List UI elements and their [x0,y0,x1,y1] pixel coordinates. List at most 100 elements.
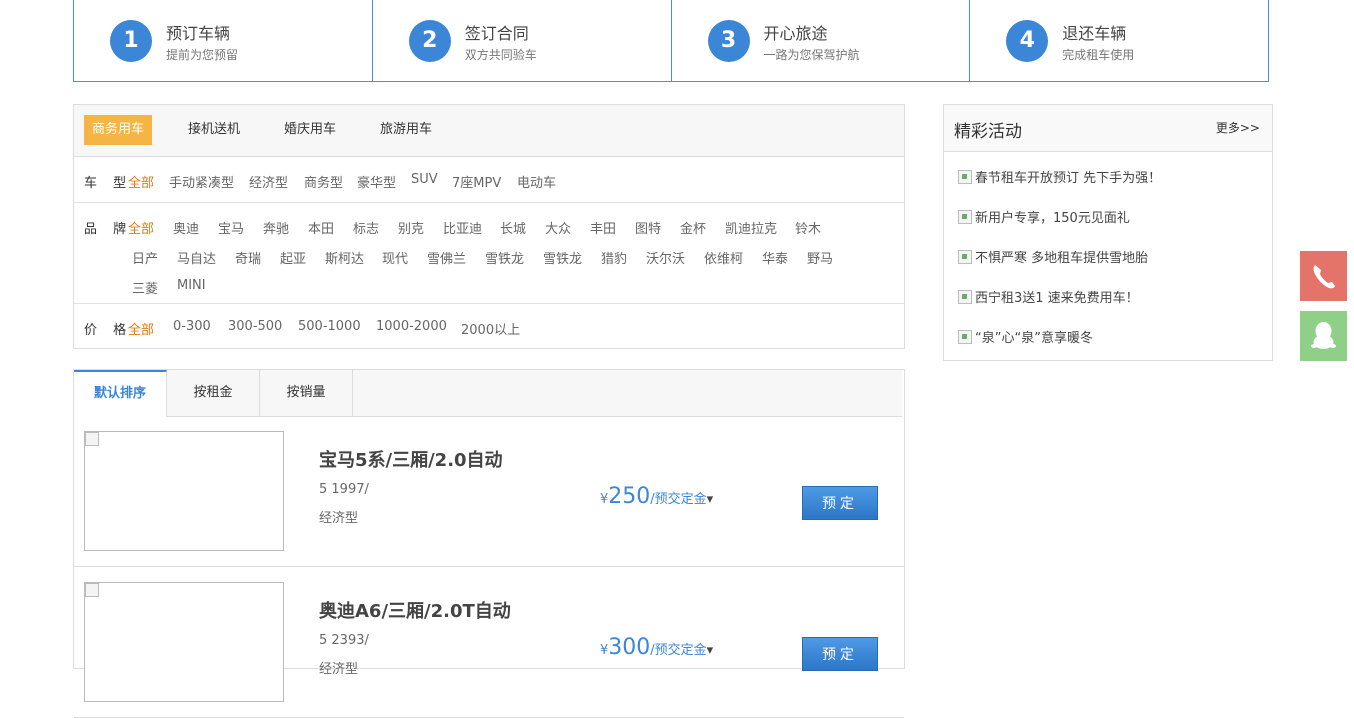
brand-option[interactable]: 全部 [128,218,154,237]
price-option[interactable]: 1000-2000 [376,319,447,334]
activities-panel: 精彩活动 更多>> 春节租车开放预订 先下手为强！ 新用户专享，150元见面礼 … [943,104,1273,361]
activities-title: 精彩活动 [954,122,1022,142]
step-number: 4 [1006,20,1049,62]
phone-button[interactable] [1300,251,1347,301]
brand-option[interactable]: 猎豹 [601,248,627,267]
type-option[interactable]: 豪华型 [357,172,396,191]
brand-option[interactable]: 丰田 [590,218,616,237]
car-list-panel: 默认排序 按租金 按销量 宝马5系/三厢/2.0自动 5 1997/ 经济型 ¥… [73,369,905,718]
price-option[interactable]: 500-1000 [298,319,361,334]
step-title: 退还车辆 [1062,24,1127,43]
step-number: 2 [408,20,451,62]
brand-option[interactable]: 雪铁龙 [543,248,582,267]
brand-option[interactable]: 大众 [545,218,571,237]
brand-option[interactable]: 比亚迪 [443,218,482,237]
brand-option[interactable]: 华泰 [762,248,788,267]
car-price: ¥250/预交定金▾ [600,484,713,509]
type-option[interactable]: 电动车 [517,172,556,191]
dropdown-arrow-icon[interactable]: ▾ [707,643,714,658]
brand-option[interactable]: 金杯 [680,218,706,237]
type-option[interactable]: 全部 [128,172,154,191]
activity-link[interactable]: 西宁租3送1 速来免费用车！ [958,287,1139,306]
price-option[interactable]: 2000以上 [461,319,520,338]
brand-option[interactable]: 别克 [398,218,424,237]
step-subtitle: 一路为您保驾护航 [763,48,860,62]
step-subtitle: 提前为您预留 [166,48,239,62]
sort-default-tab[interactable]: 默认排序 [74,370,167,417]
type-option[interactable]: 手动紧凑型 [169,172,234,191]
sort-sales-tab[interactable]: 按销量 [260,370,353,416]
activity-link[interactable]: 新用户专享，150元见面礼 [958,207,1130,226]
brand-option[interactable]: MINI [177,278,206,293]
brand-option[interactable]: 奇瑞 [235,248,261,267]
step-subtitle: 双方共同验车 [464,48,537,62]
activity-text: 西宁租3送1 速来免费用车！ [975,291,1139,306]
brand-option[interactable]: 依维柯 [704,248,743,267]
brand-option[interactable]: 起亚 [280,248,306,267]
price-unit: /预交定金 [650,643,707,658]
car-item: 宝马5系/三厢/2.0自动 5 1997/ 经济型 ¥250/预交定金▾ 预定 [74,416,904,567]
brand-option[interactable]: 奥迪 [173,218,199,237]
brand-option[interactable]: 现代 [382,248,408,267]
price-unit: /预交定金 [650,492,707,507]
tab-wedding[interactable]: 婚庆用车 [276,115,344,145]
book-button[interactable]: 预定 [802,486,878,520]
brand-option[interactable]: 日产 [132,248,158,267]
brand-label: 品 牌 [84,222,133,237]
activity-link[interactable]: 春节租车开放预订 先下手为强！ [958,167,1161,186]
brand-option[interactable]: 本田 [308,218,334,237]
brand-option[interactable]: 雪佛兰 [427,248,466,267]
price-option[interactable]: 0-300 [173,319,211,334]
price-amount: 300 [608,635,651,660]
qq-button[interactable] [1300,311,1347,361]
car-spec: 5 2393/ [319,633,369,648]
car-name[interactable]: 宝马5系/三厢/2.0自动 [319,446,503,472]
book-button[interactable]: 预定 [802,637,878,671]
brand-option[interactable]: 奔驰 [263,218,289,237]
sort-price-tab[interactable]: 按租金 [167,370,260,416]
brand-option[interactable]: 标志 [353,218,379,237]
car-price: ¥300/预交定金▾ [600,635,713,660]
brand-option[interactable]: 铃木 [795,218,821,237]
broken-image-icon [958,330,972,344]
brand-option[interactable]: 雪铁龙 [485,248,524,267]
car-name[interactable]: 奥迪A6/三厢/2.0T自动 [319,597,511,623]
car-item: 奥迪A6/三厢/2.0T自动 5 2393/ 经济型 ¥300/预交定金▾ 预定 [74,567,904,718]
car-type: 经济型 [319,511,359,526]
filter-panel: 商务用车 接机送机 婚庆用车 旅游用车 车 型 全部 手动紧凑型 经济型 商务型… [73,104,905,349]
broken-image-icon [958,170,972,184]
brand-option[interactable]: 马自达 [177,248,216,267]
more-link[interactable]: 更多>> [1216,119,1260,136]
car-image[interactable] [84,431,284,551]
activity-link[interactable]: 不惧严寒 多地租车提供雪地胎 [958,247,1148,266]
brand-option[interactable]: 三菱 [132,278,158,297]
brand-option[interactable]: 野马 [807,248,833,267]
activities-header: 精彩活动 更多>> [944,105,1272,152]
type-option[interactable]: 7座MPV [452,172,501,191]
type-option[interactable]: SUV [411,172,438,187]
price-option[interactable]: 300-500 [228,319,282,334]
price-amount: 250 [608,484,651,509]
tab-business[interactable]: 商务用车 [84,115,153,145]
dropdown-arrow-icon[interactable]: ▾ [707,492,714,507]
brand-option[interactable]: 凯迪拉克 [725,218,777,237]
type-option[interactable]: 商务型 [304,172,343,191]
brand-option[interactable]: 斯柯达 [325,248,364,267]
brand-option[interactable]: 沃尔沃 [646,248,685,267]
sort-bar: 默认排序 按租金 按销量 [74,370,902,417]
tab-airport[interactable]: 接机送机 [180,115,248,145]
brand-option[interactable]: 宝马 [218,218,244,237]
activity-text: 春节租车开放预订 先下手为强！ [975,171,1162,186]
brand-option[interactable]: 长城 [500,218,526,237]
price-option[interactable]: 全部 [128,319,154,338]
broken-image-icon [958,290,972,304]
step-1: 1 预订车辆 提前为您预留 [74,0,373,81]
type-option[interactable]: 经济型 [249,172,288,191]
activity-text: 新用户专享，150元见面礼 [975,211,1130,226]
step-subtitle: 完成租车使用 [1062,48,1135,62]
car-image[interactable] [84,582,284,702]
brand-option[interactable]: 图特 [635,218,661,237]
tab-travel[interactable]: 旅游用车 [372,115,440,145]
activity-link[interactable]: “泉”心“泉”意享暖冬 [958,327,1093,346]
type-label: 车 型 [84,176,133,191]
